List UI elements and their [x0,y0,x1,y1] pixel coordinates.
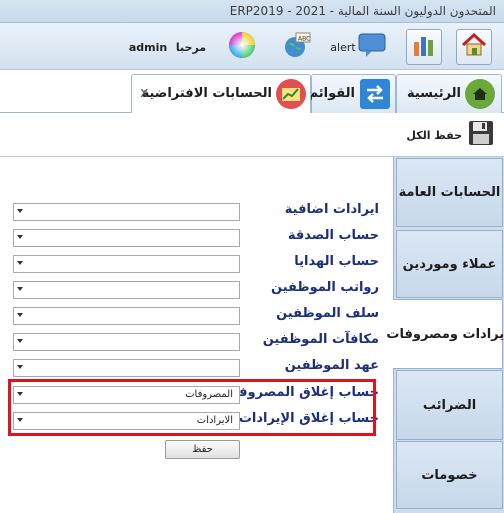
highlight-box [8,379,376,436]
greeting-text: مرحبا [175,40,207,54]
close-tab-icon[interactable]: x [140,85,148,101]
save-button[interactable]: حفظ [165,440,240,459]
chevron-down-icon [17,339,23,343]
spellcheck-button[interactable]: ABC [281,31,313,63]
save-all-label: حفظ الكل [406,128,462,142]
account-combo[interactable] [13,333,240,351]
field-label: عهد الموظفين [284,358,379,373]
sidenav-item-revenues-expenses[interactable]: ايرادات ومصروفات [386,299,504,369]
title-bar: ERP2019 - المتحدون الدوليون السنة المالي… [0,0,504,23]
chevron-down-icon [17,261,23,265]
account-combo[interactable] [13,307,240,325]
tab-default-accounts-label: الحسابات الافتراضية [141,86,272,101]
tab-lists[interactable]: القوائم [308,74,396,113]
sidenav-item-discounts[interactable]: خصومات [396,441,503,509]
account-combo[interactable] [13,255,240,273]
account-combo[interactable] [13,229,240,247]
alert-button[interactable]: alert [330,33,386,61]
form-row: رواتب الموظفين [13,280,393,300]
tab-home-label: الرئيسية [406,86,461,101]
color-wheel-icon [228,31,256,63]
chevron-down-icon [17,235,23,239]
home-icon [465,79,495,109]
form-row: سلف الموظفين [13,306,393,326]
side-navigation: الحسابات العامة عملاء وموردين ايرادات وم… [386,157,504,513]
theme-button[interactable] [226,31,258,63]
tab-lists-label: القوائم [308,86,355,101]
home-icon [460,31,488,63]
chevron-down-icon [17,365,23,369]
chevron-down-icon [17,209,23,213]
bar-chart-icon [411,32,437,62]
speech-bubble-icon [358,32,386,62]
account-combo[interactable] [13,203,240,221]
main-toolbar: alert ABC مرحبا admin [0,23,504,70]
sidenav-item-general-accounts[interactable]: الحسابات العامة [396,158,503,227]
chevron-down-icon [17,287,23,291]
field-label: ايرادات اضافية [284,202,379,217]
sidenav-item-customers-suppliers[interactable]: عملاء وموردين [396,230,503,298]
tab-default-accounts[interactable]: الحسابات الافتراضية x [131,74,311,114]
form-row: ايرادات اضافية [13,202,393,222]
sidenav-item-taxes[interactable]: الضرائب [396,370,503,440]
account-combo[interactable] [13,281,240,299]
account-combo[interactable] [13,359,240,377]
swap-arrows-icon [360,79,390,109]
tab-home[interactable]: الرئيسية [396,74,502,113]
form-row: مكافآت الموظفين [13,332,393,352]
form-row: حساب الصدقة [13,228,393,248]
window-title: ERP2019 - المتحدون الدوليون السنة المالي… [229,4,496,18]
reports-button[interactable] [406,29,442,65]
home-button[interactable] [456,29,492,65]
field-label: رواتب الموظفين [271,280,379,295]
alert-label: alert [330,40,356,54]
field-label: حساب الهدايا [294,254,379,269]
save-all-button[interactable]: حفظ الكل [406,120,494,150]
chart-icon [276,79,306,109]
field-label: مكافآت الموظفين [262,332,379,347]
chevron-down-icon [17,313,23,317]
form-row: حساب الهدايا [13,254,393,274]
field-label: سلف الموظفين [276,306,379,321]
username-text: admin [128,40,168,54]
action-bar: حفظ الكل [0,113,504,157]
form-row: عهد الموظفين [13,358,393,378]
svg-text:ABC: ABC [298,36,310,43]
floppy-disk-icon [468,120,494,150]
globe-abc-icon: ABC [283,31,311,63]
tab-bar: الرئيسية القوائم الحسابات الافتراضية x [0,70,504,114]
field-label: حساب الصدقة [287,228,379,243]
